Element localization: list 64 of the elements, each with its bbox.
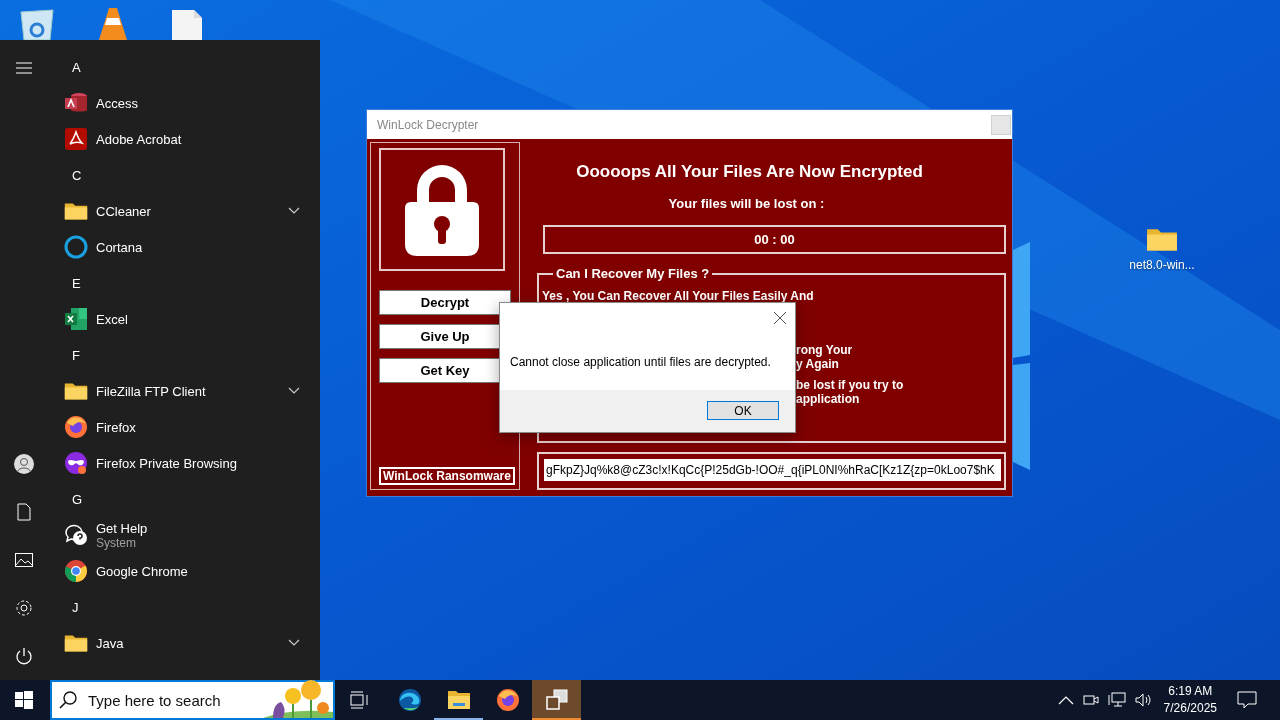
app-name[interactable]: Cortana: [96, 239, 300, 255]
folder-icon: [446, 688, 471, 712]
countdown-timer: 00 : 00: [543, 225, 1006, 254]
folder-icon: [64, 633, 88, 653]
app-subtitle: System: [96, 535, 136, 550]
app-name[interactable]: Google Chrome: [96, 563, 300, 579]
action-button[interactable]: Decrypt: [379, 290, 511, 315]
chevron-icon[interactable]: [288, 639, 300, 647]
browser-icon: [397, 688, 422, 712]
desktop-icon-label[interactable]: net8.0-win...: [1129, 257, 1195, 272]
folder-icon: [64, 201, 88, 221]
app-name[interactable]: Excel: [96, 311, 300, 327]
search-field[interactable]: Type here to search: [50, 680, 335, 720]
info-text: rong Your: [796, 343, 853, 357]
window-title: WinLock Decrypter: [377, 117, 479, 132]
app-icon: [64, 127, 88, 151]
chat-bubble-icon: [64, 523, 88, 547]
group-letter[interactable]: E: [64, 275, 81, 291]
deadline-label: Your files will be lost on :: [668, 196, 825, 212]
browser-icon: [495, 688, 520, 712]
ring-icon: [64, 235, 88, 259]
key-field[interactable]: gFkpZ}Jq%k8@cZ3c!x!KqCc{P!25dGb-!OO#_q{iPL0NI%hRaC[Kz1Z{zp=0kLoo7$hK: [544, 459, 1001, 481]
info-text: y Again: [796, 357, 839, 371]
info-text: Yes , You Can Recover All Your Files Easily And: [542, 289, 815, 303]
padlock-icon: [379, 148, 505, 271]
app-name[interactable]: Java: [96, 635, 280, 651]
folder-icon: [64, 381, 88, 401]
recycle-bin-icon: [18, 6, 56, 40]
app-name[interactable]: Adobe Acrobat: [96, 131, 300, 147]
heading: Ooooops All Your Files Are Now Encrypted: [576, 162, 923, 182]
group-letter[interactable]: F: [64, 347, 80, 363]
app-name[interactable]: Firefox Private Browsing: [96, 455, 300, 471]
app-name[interactable]: Get Help: [96, 520, 300, 536]
mask-icon: [64, 451, 88, 475]
taskbar-app[interactable]: [532, 680, 581, 720]
group-letter[interactable]: C: [64, 167, 82, 183]
dialog-message: Cannot close application until files are decrypted.: [510, 355, 772, 369]
app-name[interactable]: Access: [96, 95, 300, 111]
brand-label: WinLock Ransomware: [379, 467, 515, 485]
info-text: application: [796, 392, 860, 406]
browser-icon: [64, 559, 88, 583]
search-icon: [58, 690, 78, 710]
info-text: be lost if you try to: [796, 378, 904, 392]
group-title: Can I Recover My Files ?: [555, 266, 711, 281]
chevron-icon[interactable]: [288, 207, 300, 215]
app-name[interactable]: CCleaner: [96, 203, 280, 219]
app-name[interactable]: Firefox: [96, 419, 300, 435]
clock[interactable]: 6:19 AM 7/26/2025: [1163, 683, 1217, 717]
ok-button[interactable]: OK: [707, 401, 779, 420]
close-icon[interactable]: [773, 311, 787, 325]
camera-icon[interactable]: [1081, 692, 1100, 708]
network-icon[interactable]: [1107, 692, 1126, 708]
spreadsheet-icon: [64, 307, 88, 331]
browser-icon: [64, 415, 88, 439]
windows-icon: [15, 691, 33, 709]
group-letter[interactable]: A: [64, 59, 81, 75]
chevron-up-icon[interactable]: [1057, 695, 1074, 705]
group-letter[interactable]: G: [64, 491, 83, 507]
window-icon: [544, 688, 569, 712]
volume-icon[interactable]: [1133, 692, 1154, 708]
app-name[interactable]: FileZilla FTP Client: [96, 383, 280, 399]
chevron-icon[interactable]: [288, 387, 300, 395]
group-letter[interactable]: J: [64, 599, 79, 615]
flowers-drawing: [263, 680, 333, 718]
